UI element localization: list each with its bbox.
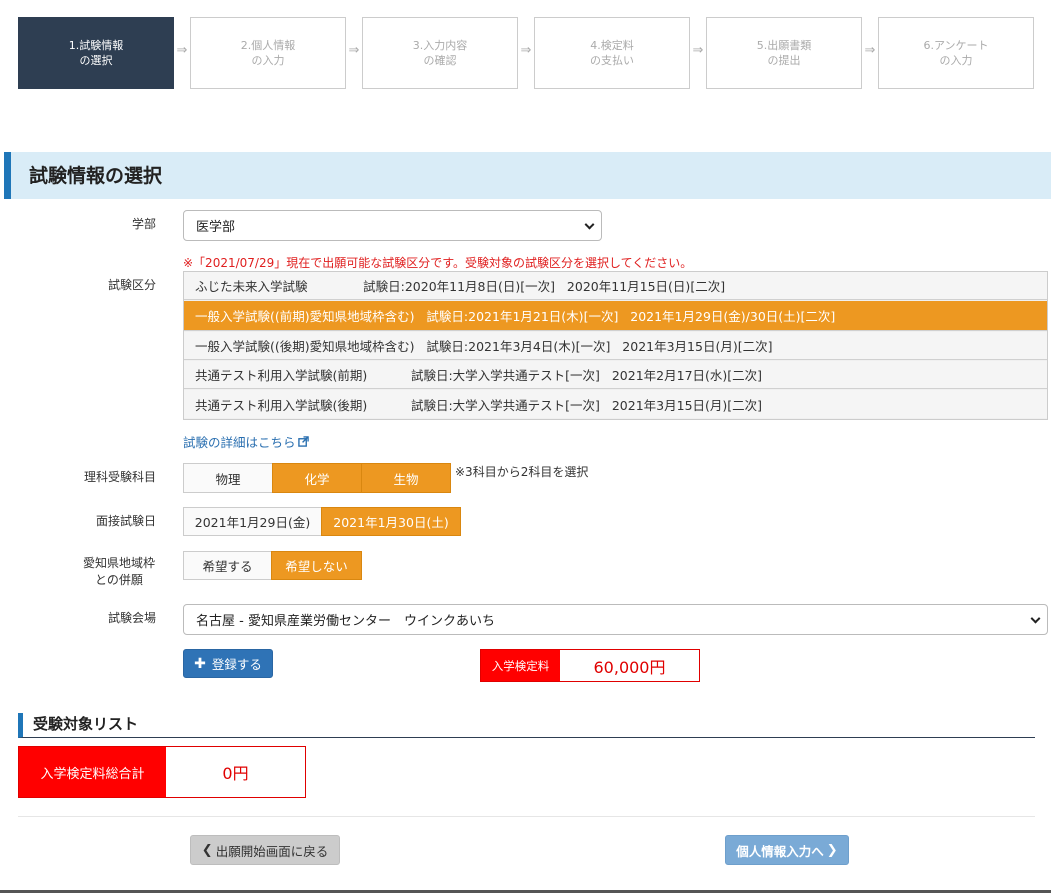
step-3-confirm: 3.入力内容 の確認 bbox=[362, 17, 518, 89]
register-button-label: 登録する bbox=[211, 657, 262, 672]
step-5-documents: 5.出願書類 の提出 bbox=[706, 17, 862, 89]
venue-select[interactable]: 名古屋 - 愛知県産業労働センター ウインクあいち bbox=[183, 604, 1048, 635]
total-fee-box: 入学検定料総合計 0円 bbox=[18, 746, 306, 798]
subject-physics-button[interactable]: 物理 bbox=[183, 463, 273, 493]
total-fee-label: 入学検定料総合計 bbox=[19, 747, 166, 797]
exam-fee-box: 入学検定料 60,000円 bbox=[480, 649, 700, 682]
exam-category-list: ふじた未来入学試験 試験日:2020年11月8日(日)[一次] 2020年11月… bbox=[183, 271, 1048, 420]
chevron-down-icon bbox=[1030, 613, 1041, 624]
back-button-label: 出願開始画面に戻る bbox=[215, 843, 329, 859]
exam-fee-label: 入学検定料 bbox=[481, 650, 560, 681]
next-personal-info-button[interactable]: 個人情報入力へ ❯ bbox=[725, 835, 849, 865]
interview-date-label: 面接試験日 bbox=[95, 514, 156, 528]
exam-option-common-test-first[interactable]: 共通テスト利用入学試験(前期) 試験日:大学入学共通テスト[一次] 2021年2… bbox=[184, 361, 1047, 389]
subject-biology-button[interactable]: 生物 bbox=[361, 463, 451, 493]
interview-date-jan30-button[interactable]: 2021年1月30日(土) bbox=[321, 507, 461, 536]
exam-option-fujita-future[interactable]: ふじた未来入学試験 試験日:2020年11月8日(日)[一次] 2020年11月… bbox=[184, 272, 1047, 300]
divider bbox=[18, 816, 1035, 817]
exam-fee-value: 60,000円 bbox=[593, 657, 666, 677]
chevron-left-icon: ❮ bbox=[201, 842, 213, 858]
step-4-payment: 4.検定料 の支払い bbox=[534, 17, 690, 89]
exam-detail-link-text: 試験の詳細はこちら bbox=[183, 435, 296, 450]
venue-label: 試験会場 bbox=[107, 611, 156, 625]
aichi-quota-yes-button[interactable]: 希望する bbox=[183, 551, 272, 580]
step-arrow: ⇒ bbox=[348, 43, 360, 58]
plus-icon: ✚ bbox=[194, 655, 206, 672]
step-arrow: ⇒ bbox=[176, 43, 188, 58]
exam-option-general-second[interactable]: 一般入学試験((後期)愛知県地域枠含む) 試験日:2021年3月4日(木)[一次… bbox=[184, 332, 1047, 360]
aichi-quota-no-button[interactable]: 希望しない bbox=[271, 551, 362, 580]
back-to-start-button[interactable]: ❮ 出願開始画面に戻る bbox=[190, 835, 340, 865]
total-fee-value: 0円 bbox=[222, 764, 249, 783]
subject-chemistry-button[interactable]: 化学 bbox=[272, 463, 362, 493]
chevron-right-icon: ❯ bbox=[826, 842, 838, 858]
chevron-down-icon bbox=[584, 219, 595, 230]
aichi-quota-label: 愛知県地域枠 との併願 bbox=[82, 556, 155, 587]
step-arrow: ⇒ bbox=[864, 43, 876, 58]
step-arrow: ⇒ bbox=[520, 43, 532, 58]
section-header: 試験情報の選択 bbox=[4, 152, 1051, 199]
exam-option-common-test-second[interactable]: 共通テスト利用入学試験(後期) 試験日:大学入学共通テスト[一次] 2021年3… bbox=[184, 390, 1047, 418]
next-button-label: 個人情報入力へ bbox=[736, 843, 824, 859]
subject-selection-note: ※3科目から2科目を選択 bbox=[455, 465, 589, 479]
faculty-select[interactable]: 医学部 bbox=[183, 210, 602, 241]
target-list-header: 受験対象リスト bbox=[18, 713, 1035, 738]
faculty-label: 学部 bbox=[131, 217, 156, 231]
step-6-survey: 6.アンケート の入力 bbox=[878, 17, 1034, 89]
register-button[interactable]: ✚ 登録する bbox=[183, 649, 273, 678]
exam-detail-link[interactable]: 試験の詳細はこちら bbox=[183, 432, 309, 451]
exam-category-label: 試験区分 bbox=[107, 278, 156, 292]
venue-select-value: 名古屋 - 愛知県産業労働センター ウインクあいち bbox=[196, 614, 495, 629]
step-arrow: ⇒ bbox=[692, 43, 704, 58]
interview-date-jan29-button[interactable]: 2021年1月29日(金) bbox=[183, 507, 322, 536]
availability-notice: ※「2021/07/29」現在で出願可能な試験区分です。受験対象の試験区分を選択… bbox=[183, 256, 693, 270]
faculty-select-value: 医学部 bbox=[196, 220, 236, 235]
science-label: 理科受験科目 bbox=[83, 470, 156, 484]
section-title: 試験情報の選択 bbox=[29, 165, 163, 187]
target-list-title: 受験対象リスト bbox=[33, 715, 139, 733]
step-1-exam-info: 1.試験情報 の選択 bbox=[18, 17, 174, 89]
exam-option-general-first[interactable]: 一般入学試験((前期)愛知県地域枠含む) 試験日:2021年1月21日(木)[一… bbox=[184, 301, 1047, 331]
step-2-personal-info: 2.個人情報 の入力 bbox=[190, 17, 346, 89]
external-link-icon bbox=[297, 436, 309, 447]
